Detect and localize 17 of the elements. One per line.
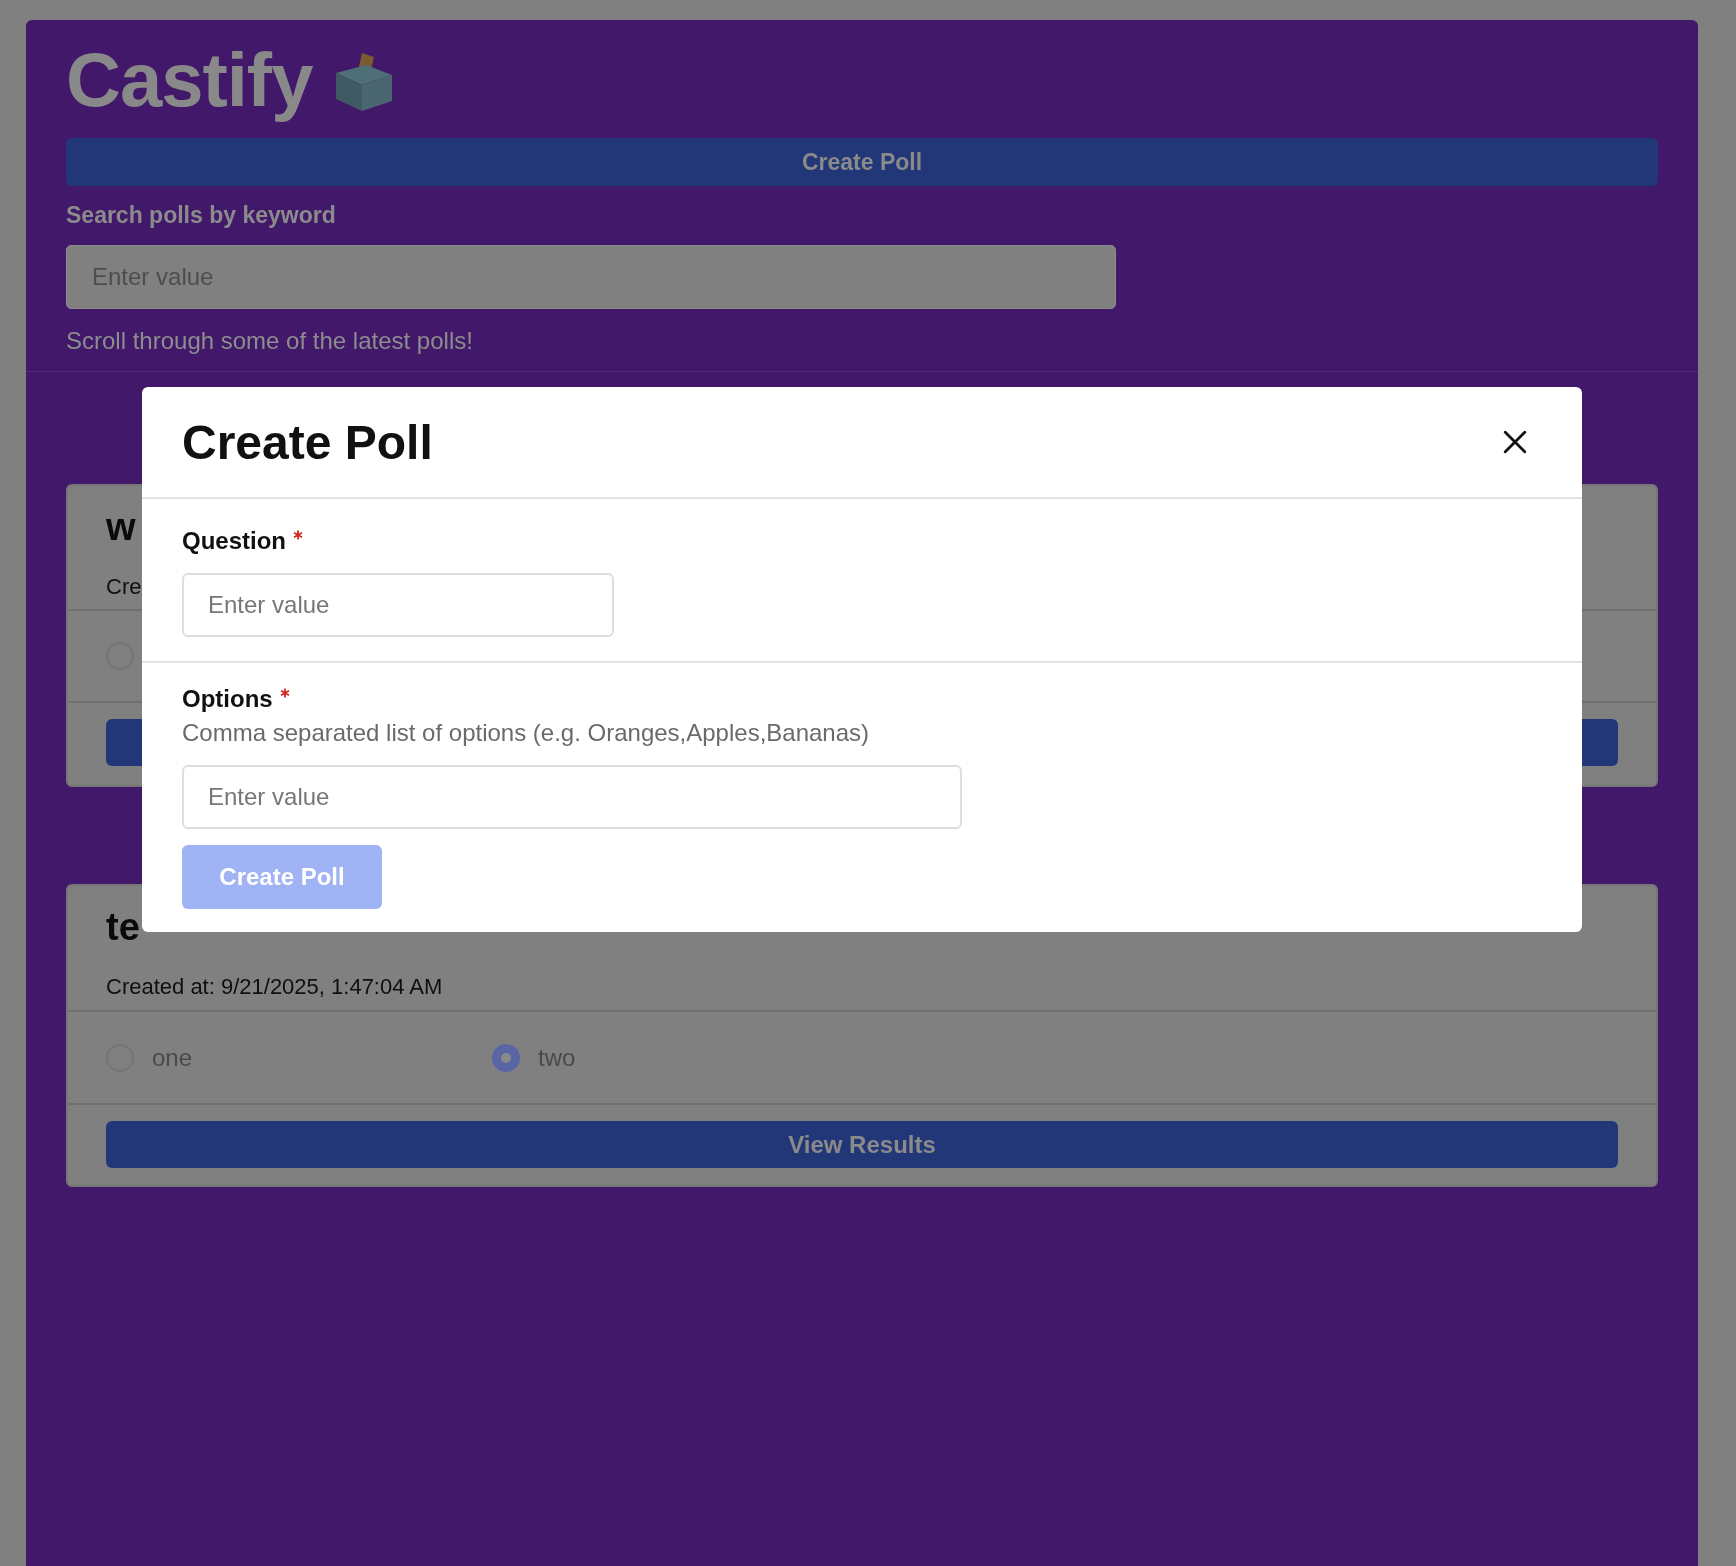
poll-title: w (106, 506, 136, 550)
dialog-title: Create Poll (182, 414, 433, 470)
poll-title: te (106, 906, 140, 950)
radio-button[interactable] (492, 1043, 520, 1072)
app-title: Castify (66, 35, 313, 123)
field-label: Options (182, 685, 273, 713)
field-hint: Comma separated list of options (e.g. Oranges,Apples,Bananas) (182, 719, 871, 747)
create-poll-button[interactable]: Create Poll (66, 138, 1658, 186)
field-label: Question (182, 527, 286, 555)
close-icon[interactable] (1502, 429, 1528, 455)
intro-text: Scroll through some of the latest polls! (66, 327, 474, 355)
text-field[interactable]: Enter value (182, 573, 614, 637)
view-results-button[interactable]: View Results (106, 1121, 1618, 1168)
search-label: Search polls by keyword (66, 202, 337, 229)
created-at-text: Cre (106, 574, 142, 600)
text-field[interactable]: Enter value (182, 765, 962, 829)
created-at-text: Created at: 9/21/2025, 1:47:04 AM (106, 974, 443, 1000)
